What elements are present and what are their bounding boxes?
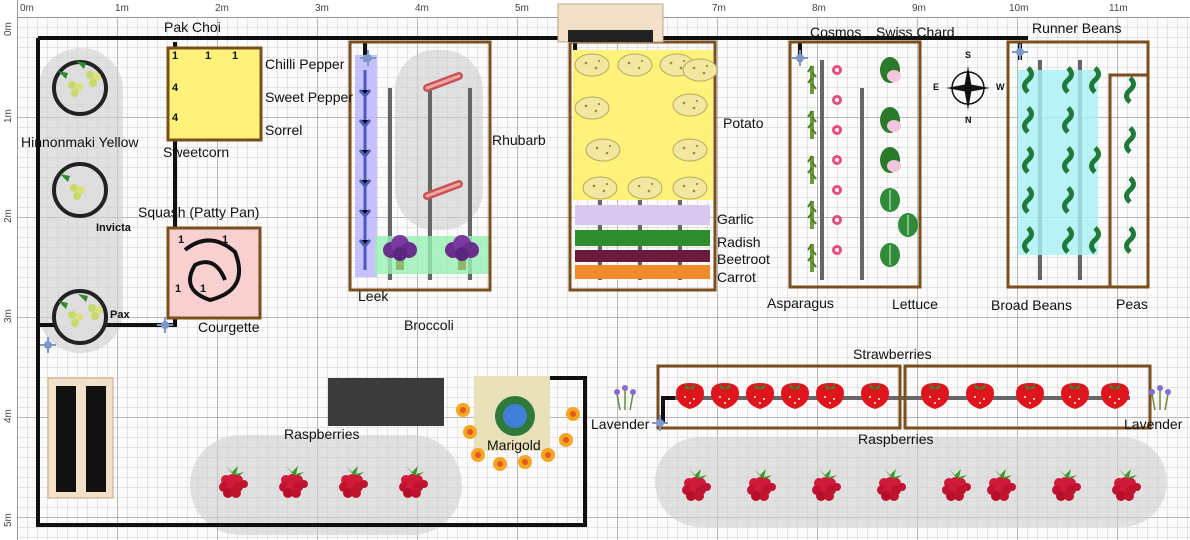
potato-label[interactable]: Potato [723, 115, 763, 131]
radish-row [575, 230, 710, 246]
lavender-left-label[interactable]: Lavender [591, 416, 649, 432]
asparagus-icon [806, 64, 818, 274]
plant-count: 1 [222, 234, 229, 246]
pond-water [503, 404, 527, 428]
peas-label[interactable]: Peas [1116, 296, 1148, 312]
plant-count: 1 [205, 50, 212, 62]
courgette-label[interactable]: Courgette [198, 319, 259, 335]
compass-north-label: N [965, 115, 972, 125]
lavender-right-label[interactable]: Lavender [1124, 416, 1182, 432]
plant-count: 4 [172, 82, 179, 94]
cosmos-label[interactable]: Cosmos [810, 24, 861, 40]
hinnonmaki-yellow-label[interactable]: Hinnonmaki Yellow [21, 134, 139, 150]
cosmos-icon [832, 65, 842, 255]
squash-label[interactable]: Squash (Patty Pan) [138, 204, 259, 220]
invicta-label[interactable]: Invicta [96, 222, 131, 234]
asparagus-label[interactable]: Asparagus [767, 295, 834, 311]
broad-beans-label[interactable]: Broad Beans [991, 297, 1072, 313]
marigold-label[interactable]: Marigold [487, 437, 541, 453]
pax-label[interactable]: Pax [110, 309, 130, 321]
plant-count: 1 [178, 234, 185, 246]
leek-label[interactable]: Leek [358, 288, 388, 304]
swiss-chard-label[interactable]: Swiss Chard [876, 24, 955, 40]
rhubarb-label[interactable]: Rhubarb [492, 132, 546, 148]
sweetcorn-zone [168, 48, 261, 140]
compass-west-label: W [996, 82, 1005, 92]
plant-count: 1 [175, 283, 182, 295]
plant-count: 1 [232, 50, 239, 62]
sorrel-label[interactable]: Sorrel [265, 122, 302, 138]
radish-label[interactable]: Radish [717, 234, 761, 250]
sweet-pepper-label[interactable]: Sweet Pepper [265, 89, 353, 105]
runner-beans-label[interactable]: Runner Beans [1032, 20, 1122, 36]
garden-drawing [36, 3, 1172, 535]
swiss-chard-icon [880, 57, 901, 173]
raspberries-left-label[interactable]: Raspberries [284, 426, 359, 442]
plant-count: 1 [200, 283, 207, 295]
beetroot-label[interactable]: Beetroot [717, 251, 770, 267]
strawberries-label[interactable]: Strawberries [853, 346, 932, 362]
lettuce-icon [879, 187, 919, 268]
cold-frame-slot [56, 386, 76, 492]
pak-choi-label[interactable]: Pak Choi [164, 19, 221, 35]
pea-icon [1127, 78, 1134, 252]
raspberries-right-label[interactable]: Raspberries [858, 431, 933, 447]
raspberry-path-right [655, 437, 1167, 527]
gooseberry-icon [52, 60, 108, 345]
water-butt-icon [568, 30, 653, 42]
beetroot-row [575, 250, 710, 262]
garden-plan-canvas[interactable]: 0m 1m 2m 3m 4m 5m 6m 7m 8m 9m 10m 11m 0m… [0, 0, 1190, 540]
carrot-label[interactable]: Carrot [717, 269, 756, 285]
plant-count: 4 [172, 112, 179, 124]
chilli-pepper-label[interactable]: Chilli Pepper [265, 56, 344, 72]
cold-frame-slot [86, 386, 106, 492]
carrot-row [575, 265, 710, 279]
compass-south-label: S [965, 50, 972, 60]
garlic-label[interactable]: Garlic [717, 211, 754, 227]
compass-icon [946, 66, 990, 110]
broccoli-label[interactable]: Broccoli [404, 317, 454, 333]
garlic-row [575, 205, 710, 225]
sweetcorn-label[interactable]: Sweetcorn [163, 144, 229, 160]
plant-count: 1 [172, 50, 179, 62]
compass-east-label: E [933, 82, 940, 92]
lettuce-label[interactable]: Lettuce [892, 296, 938, 312]
compost-bin [328, 378, 444, 426]
